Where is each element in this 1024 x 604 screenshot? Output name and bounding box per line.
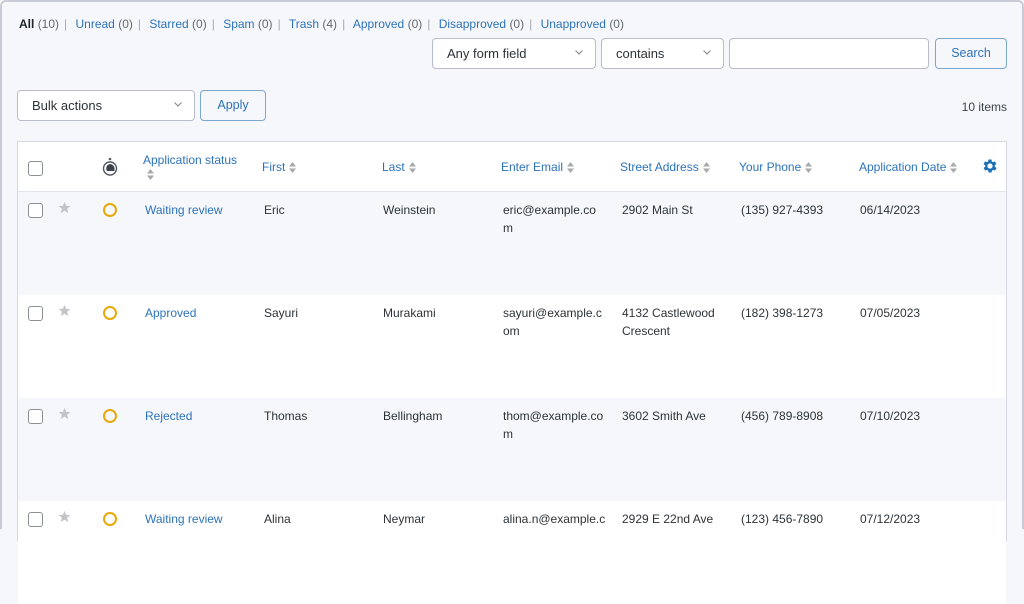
separator: | xyxy=(277,17,281,31)
table-row[interactable]: Rejected Thomas Bellingham thom@example.… xyxy=(18,398,1006,501)
column-email[interactable]: Enter Email xyxy=(501,160,575,174)
filter-unread[interactable]: Unread xyxy=(76,17,115,31)
column-application-status[interactable]: Application status xyxy=(143,153,237,180)
star-icon[interactable] xyxy=(58,510,71,523)
separator: | xyxy=(137,17,141,31)
filter-spam[interactable]: Spam xyxy=(223,17,254,31)
field-select-value: Any form field xyxy=(447,46,527,61)
table-header: Application status First Last Enter Emai… xyxy=(18,142,1006,192)
email: thom@example.co m xyxy=(503,409,604,441)
operator-select[interactable]: contains xyxy=(601,38,724,69)
last-name: Bellingham xyxy=(383,409,443,423)
sort-icon xyxy=(950,162,958,174)
search-input[interactable] xyxy=(729,38,929,69)
chevron-down-icon xyxy=(174,102,182,107)
email: sayuri@example.c om xyxy=(503,306,602,338)
column-application-date[interactable]: Application Date xyxy=(859,160,958,174)
field-select[interactable]: Any form field xyxy=(432,38,596,69)
apply-button[interactable]: Apply xyxy=(200,90,266,121)
status-filter-links: All (10) | Unread (0) | Starred (0) | Spam … xyxy=(19,17,624,31)
filter-disapproved[interactable]: Disapproved xyxy=(439,17,506,31)
last-name: Neymar xyxy=(383,512,426,526)
row-checkbox[interactable] xyxy=(28,512,43,527)
application-status[interactable]: Rejected xyxy=(145,407,192,425)
separator: | xyxy=(64,17,68,31)
filter-approved[interactable]: Approved xyxy=(353,17,404,31)
star-icon[interactable] xyxy=(58,407,71,420)
first-name: Eric xyxy=(264,203,285,217)
filter-starred[interactable]: Starred xyxy=(149,17,188,31)
table-row[interactable]: Approved Sayuri Murakami sayuri@example.… xyxy=(18,295,1006,398)
application-date: 07/05/2023 xyxy=(860,306,921,320)
street-address: 3602 Smith Ave xyxy=(622,409,706,423)
entry-status-column-icon xyxy=(102,157,118,176)
star-icon[interactable] xyxy=(58,304,71,317)
sort-icon xyxy=(567,162,575,174)
items-count: 10 items xyxy=(961,100,1007,114)
sort-icon xyxy=(289,162,297,174)
sort-icon xyxy=(805,162,813,174)
column-phone[interactable]: Your Phone xyxy=(739,160,813,174)
application-date: 07/12/2023 xyxy=(860,512,921,526)
separator: | xyxy=(427,17,431,31)
column-street-address[interactable]: Street Address xyxy=(620,160,710,174)
separator: | xyxy=(342,17,346,31)
sort-icon xyxy=(408,162,416,174)
chevron-down-icon xyxy=(703,50,711,55)
email: eric@example.co m xyxy=(503,203,596,235)
unread-status-icon xyxy=(103,203,117,217)
application-status[interactable]: Approved xyxy=(145,304,196,322)
table-row[interactable]: Waiting review Eric Weinstein eric@examp… xyxy=(18,192,1006,295)
separator: | xyxy=(529,17,533,31)
filter-trash[interactable]: Trash xyxy=(289,17,319,31)
row-checkbox[interactable] xyxy=(28,203,43,218)
email: alina.n@example.c xyxy=(503,512,606,526)
column-last[interactable]: Last xyxy=(382,160,416,174)
unread-status-icon xyxy=(103,306,117,320)
bulk-actions-select[interactable]: Bulk actions xyxy=(17,90,195,121)
last-name: Murakami xyxy=(383,306,436,320)
star-icon[interactable] xyxy=(58,201,71,214)
street-address: 2902 Main St xyxy=(622,203,693,217)
select-all-checkbox[interactable] xyxy=(28,161,43,176)
chevron-down-icon xyxy=(575,50,583,55)
entries-table: Application status First Last Enter Emai… xyxy=(17,141,1007,604)
sort-icon xyxy=(702,162,710,174)
separator: | xyxy=(211,17,215,31)
phone: (182) 398-1273 xyxy=(741,306,824,320)
street-address: 2929 E 22nd Ave xyxy=(622,512,714,526)
phone: (135) 927-4393 xyxy=(741,203,824,217)
row-checkbox[interactable] xyxy=(28,306,43,321)
first-name: Thomas xyxy=(264,409,308,423)
phone: (123) 456-7890 xyxy=(741,512,824,526)
row-checkbox[interactable] xyxy=(28,409,43,424)
column-first[interactable]: First xyxy=(262,160,297,174)
street-address: 4132 Castlewood Crescent xyxy=(622,306,715,338)
gear-icon[interactable] xyxy=(981,157,999,175)
table-row[interactable]: Waiting review Alina Neymar alina.n@exam… xyxy=(18,501,1006,604)
application-date: 07/10/2023 xyxy=(860,409,921,423)
application-date: 06/14/2023 xyxy=(860,203,921,217)
first-name: Alina xyxy=(264,512,291,526)
last-name: Weinstein xyxy=(383,203,436,217)
sort-icon xyxy=(147,169,154,180)
search-button[interactable]: Search xyxy=(935,38,1007,69)
first-name: Sayuri xyxy=(264,306,299,320)
operator-select-value: contains xyxy=(616,46,665,61)
bulk-actions-value: Bulk actions xyxy=(32,98,103,113)
filter-all[interactable]: All (10) xyxy=(19,17,59,31)
unread-status-icon xyxy=(103,409,117,423)
unread-status-icon xyxy=(103,512,117,526)
phone: (456) 789-8908 xyxy=(741,409,824,423)
application-status[interactable]: Waiting review xyxy=(145,201,223,219)
application-status[interactable]: Waiting review xyxy=(145,510,223,528)
filter-unapproved[interactable]: Unapproved xyxy=(541,17,606,31)
